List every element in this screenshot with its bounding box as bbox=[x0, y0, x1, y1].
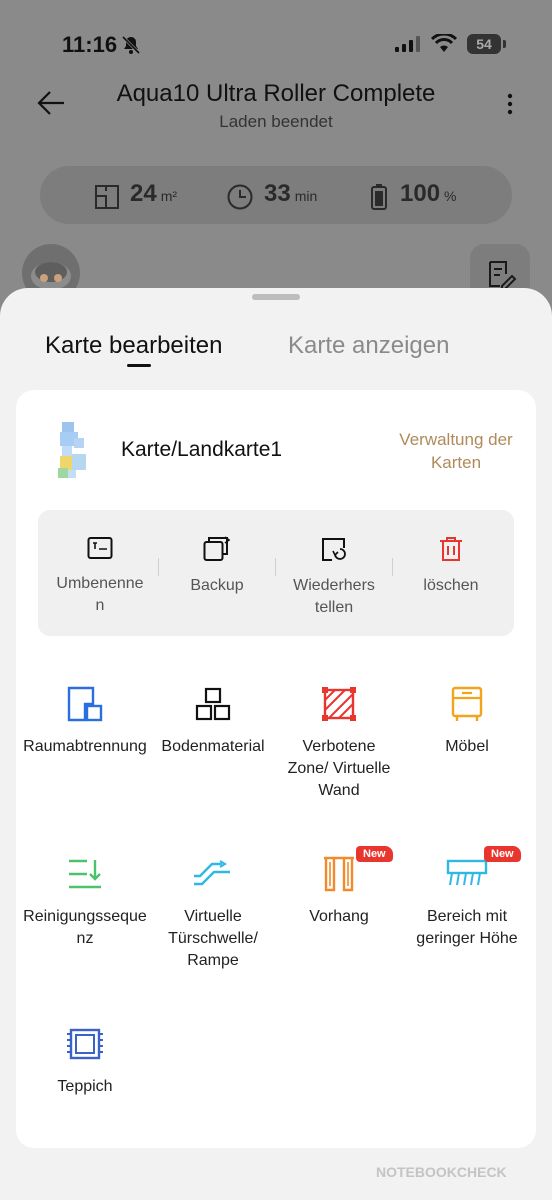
tool-threshold-ramp[interactable]: Virtuelle Türschwelle/ Rampe bbox=[148, 856, 278, 972]
tool-furniture[interactable]: Möbel bbox=[402, 686, 532, 758]
tool-label: Reinigungssequenz bbox=[23, 908, 147, 947]
map-edit-card: Karte/Landkarte1 Verwaltung der Karten U… bbox=[16, 390, 536, 1148]
tool-room-divider[interactable]: Raumabtrennung bbox=[20, 686, 150, 758]
threshold-ramp-icon bbox=[194, 860, 230, 886]
tab-view-map[interactable]: Karte anzeigen bbox=[288, 332, 449, 360]
tool-label: Virtuelle Türschwelle/ Rampe bbox=[168, 908, 258, 969]
mute-bell-icon bbox=[121, 35, 141, 55]
tool-floor-material[interactable]: Bodenmaterial bbox=[148, 686, 278, 758]
tool-carpet[interactable]: Teppich bbox=[20, 1026, 150, 1098]
backup-icon bbox=[203, 536, 231, 561]
area-icon bbox=[95, 184, 119, 209]
stat-time-value: 33 bbox=[264, 180, 291, 207]
manage-maps-link[interactable]: Verwaltung der Karten bbox=[396, 428, 516, 474]
edit-map-sheet: Karte bearbeiten Karte anzeigen Karte/La… bbox=[0, 288, 552, 1200]
watermark: NOTEBOOKCHECK bbox=[376, 1164, 507, 1180]
no-go-zone-icon bbox=[322, 687, 356, 721]
delete-label: löschen bbox=[423, 577, 479, 594]
tool-label: Möbel bbox=[445, 738, 489, 755]
tool-no-go-zone[interactable]: Verbotene Zone/ Virtuelle Wand bbox=[274, 686, 404, 802]
stat-area-unit: m² bbox=[160, 188, 178, 204]
more-menu-icon[interactable] bbox=[506, 92, 514, 116]
restore-icon bbox=[322, 538, 346, 561]
wifi-icon bbox=[431, 34, 457, 52]
stat-area: 24 m² bbox=[94, 180, 177, 210]
device-title: Aqua10 Ultra Roller Complete bbox=[116, 80, 436, 107]
rename-button[interactable]: Umbenennen bbox=[42, 536, 158, 617]
furniture-icon bbox=[451, 686, 483, 721]
backup-button[interactable]: Backup bbox=[159, 536, 275, 597]
delete-button[interactable]: löschen bbox=[393, 536, 509, 597]
cleaning-stats-bar: 24 m² 33 min 100% bbox=[40, 166, 512, 224]
tool-low-height-area[interactable]: New Bereich mit geringer Höhe bbox=[402, 846, 532, 950]
stat-time: 33 min bbox=[226, 180, 317, 210]
battery-icon bbox=[371, 183, 387, 210]
restore-label: Wiederherstellen bbox=[293, 577, 375, 616]
tool-label: Bodenmaterial bbox=[161, 738, 265, 755]
tool-label: Teppich bbox=[57, 1078, 113, 1095]
tab-edit-map[interactable]: Karte bearbeiten bbox=[45, 332, 222, 360]
rename-icon bbox=[87, 537, 113, 559]
low-height-area-icon bbox=[446, 859, 488, 886]
new-badge: New bbox=[356, 846, 393, 862]
active-tab-indicator bbox=[127, 364, 151, 367]
stat-battery: 100% bbox=[370, 180, 457, 210]
cleaning-sequence-icon bbox=[69, 859, 101, 889]
map-name: Karte/Landkarte1 bbox=[121, 438, 283, 461]
stat-area-value: 24 bbox=[130, 180, 157, 207]
curtain-icon bbox=[324, 856, 354, 892]
sheet-drag-handle[interactable] bbox=[252, 294, 300, 300]
floor-material-icon bbox=[195, 687, 231, 721]
new-badge: New bbox=[484, 846, 521, 862]
trash-icon bbox=[440, 537, 462, 561]
stat-battery-value: 100 bbox=[400, 180, 441, 207]
tool-label: Raumabtrennung bbox=[23, 738, 147, 755]
tool-label: Bereich mit geringer Höhe bbox=[416, 908, 518, 947]
clock-icon bbox=[227, 184, 253, 210]
map-actions-panel: Umbenennen Backup Wiederherstellen lösch… bbox=[38, 510, 514, 636]
room-divider-icon bbox=[67, 686, 103, 722]
map-thumbnail-icon[interactable] bbox=[56, 420, 92, 482]
stat-battery-unit: % bbox=[444, 188, 457, 204]
status-time: 11:16 bbox=[62, 32, 118, 57]
backup-label: Backup bbox=[190, 577, 244, 594]
device-status: Laden beendet bbox=[219, 112, 333, 131]
battery-level: 54 bbox=[467, 34, 501, 54]
status-bar: 11:16 54 bbox=[0, 30, 552, 60]
stat-time-unit: min bbox=[294, 188, 318, 204]
carpet-icon bbox=[67, 1028, 103, 1060]
tool-curtain[interactable]: New Vorhang bbox=[274, 846, 404, 928]
app-header: Aqua10 Ultra Roller Complete Laden beend… bbox=[0, 78, 552, 138]
tool-label: Vorhang bbox=[309, 908, 369, 925]
restore-button[interactable]: Wiederherstellen bbox=[276, 536, 392, 619]
rename-label: Umbenennen bbox=[56, 575, 144, 614]
cellular-signal-icon bbox=[395, 36, 420, 52]
tool-cleaning-sequence[interactable]: Reinigungssequenz bbox=[20, 856, 150, 950]
tool-label: Verbotene Zone/ Virtuelle Wand bbox=[287, 738, 391, 799]
battery-tip bbox=[503, 40, 506, 48]
